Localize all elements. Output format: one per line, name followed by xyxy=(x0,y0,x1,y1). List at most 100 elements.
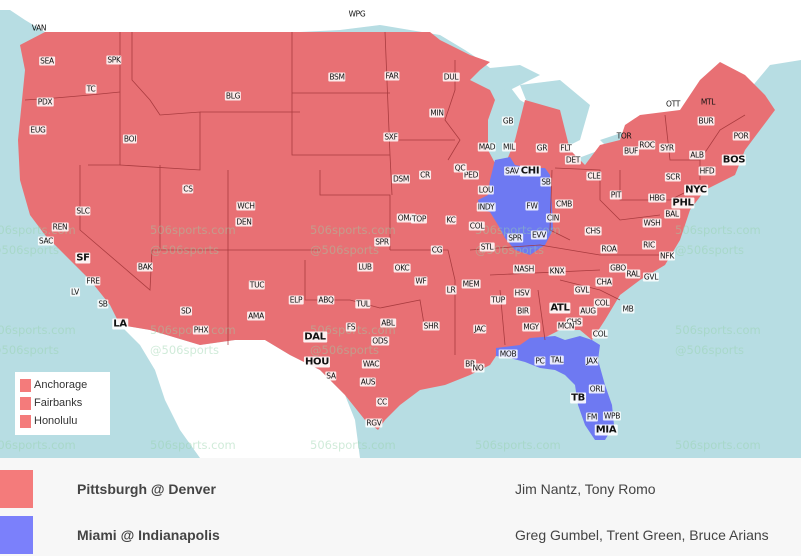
city-label-boi: BOI xyxy=(122,134,138,144)
city-label-tor: TOR xyxy=(616,131,632,141)
city-label-dul: DUL xyxy=(442,72,460,82)
game-matchup: Miami @ Indianapolis xyxy=(77,527,220,543)
city-label-eug: EUG xyxy=(29,125,47,135)
city-label-spr: SPR xyxy=(507,233,523,243)
city-label-knx: KNX xyxy=(548,266,566,276)
map-graphic xyxy=(0,0,801,458)
city-label-rgv: RGV xyxy=(365,418,383,428)
city-label-alb: ALB xyxy=(689,150,705,160)
city-label-fre: FRE xyxy=(85,276,101,286)
city-label-tb: TB xyxy=(570,392,586,404)
city-label-min: MIN xyxy=(429,108,445,118)
city-label-tul: TUL xyxy=(355,299,371,309)
city-label-wpg: WPG xyxy=(348,9,366,19)
game-row-pittsburgh-denver[interactable]: Pittsburgh @ Denver Jim Nantz, Tony Romo xyxy=(0,470,801,510)
city-label-tal: TAL xyxy=(549,355,565,365)
city-label-bir: BIR xyxy=(516,306,530,316)
city-label-phx: PHX xyxy=(192,325,210,335)
city-label-mcn: MCN xyxy=(556,321,576,331)
city-label-lub: LUB xyxy=(357,262,373,272)
city-label-orl: ORL xyxy=(588,384,606,394)
city-label-chi: CHI xyxy=(519,165,541,177)
game-announcers: Greg Gumbel, Trent Green, Bruce Arians xyxy=(515,527,769,543)
city-label-spr: SPR xyxy=(374,237,390,247)
city-label-bur: BUR xyxy=(697,116,715,126)
city-label-sac: SAC xyxy=(37,236,55,246)
city-label-no: NO xyxy=(471,363,485,373)
city-label-pit: PIT xyxy=(609,190,623,200)
city-label-nash: NASH xyxy=(513,264,535,274)
city-label-sea: SEA xyxy=(39,56,55,66)
city-label-sa: SA xyxy=(325,371,337,381)
city-label-jac: JAC xyxy=(473,324,487,334)
city-label-wf: WF xyxy=(414,276,428,286)
legend-label: Honolulu xyxy=(34,415,78,427)
city-label-stl: STL xyxy=(479,242,495,252)
city-label-dsm: DSM xyxy=(391,174,411,184)
city-label-ama: AMA xyxy=(247,311,265,321)
city-label-fm: FM xyxy=(585,412,599,422)
city-label-sxf: SXF xyxy=(383,132,399,142)
city-label-hbg: HBG xyxy=(648,193,666,203)
city-label-bos: BOS xyxy=(721,154,747,166)
city-label-lou: LOU xyxy=(477,185,495,195)
city-label-ric: RIC xyxy=(642,240,656,250)
city-label-mil: MIL xyxy=(502,142,516,152)
city-label-hsv: HSV xyxy=(513,288,531,298)
city-label-mad: MAD xyxy=(477,142,497,152)
city-label-indy: INDY xyxy=(476,202,496,212)
city-label-por: POR xyxy=(732,131,750,141)
city-label-wac: WAC xyxy=(361,359,381,369)
city-label-pdx: PDX xyxy=(36,97,54,107)
city-label-okc: OKC xyxy=(393,263,411,273)
city-label-nfk: NFK xyxy=(659,251,675,261)
city-label-wch: WCH xyxy=(236,201,256,211)
city-label-fw: FW xyxy=(525,201,539,211)
city-label-buf: BUF xyxy=(622,146,640,156)
city-label-fs: FS xyxy=(345,322,357,332)
city-label-den: DEN xyxy=(235,217,253,227)
city-label-aug: AUG xyxy=(579,306,597,316)
city-label-ren: REN xyxy=(51,222,69,232)
city-label-qc: QC xyxy=(453,163,467,173)
broadcast-coverage-map[interactable]: 506sports.com@506sports506sports.com@506… xyxy=(0,0,801,458)
city-label-van: VAN xyxy=(31,23,47,33)
game-row-miami-indianapolis[interactable]: Miami @ Indianapolis Greg Gumbel, Trent … xyxy=(0,516,801,556)
city-label-col: COL xyxy=(468,221,486,231)
city-label-cs: CS xyxy=(182,184,194,194)
city-label-gb: GB xyxy=(501,116,515,126)
city-label-cin: CIN xyxy=(545,213,561,223)
city-label-hfd: HFD xyxy=(698,166,716,176)
city-label-slc: SLC xyxy=(75,206,91,216)
legend-swatch xyxy=(20,396,31,410)
city-label-cg: CG xyxy=(430,245,444,255)
city-label-top: TOP xyxy=(410,214,428,224)
legend-item-fairbanks: Fairbanks xyxy=(15,394,110,412)
city-label-abq: ABQ xyxy=(317,295,335,305)
city-label-syr: SYR xyxy=(659,143,675,153)
city-label-sf: SF xyxy=(75,252,91,264)
city-label-col: COL xyxy=(591,329,609,339)
city-label-lv: LV xyxy=(70,287,80,297)
legend-swatch xyxy=(20,378,31,392)
city-label-wpb: WPB xyxy=(602,411,622,421)
city-label-tc: TC xyxy=(85,84,97,94)
city-label-mb: MB xyxy=(621,304,635,314)
city-label-gbo: GBO xyxy=(609,263,627,273)
city-label-sd: SD xyxy=(180,306,192,316)
city-label-evv: EVV xyxy=(530,230,548,240)
city-label-nyc: NYC xyxy=(684,184,708,196)
city-label-aus: AUS xyxy=(359,377,377,387)
city-label-cle: CLE xyxy=(586,171,602,181)
game-color-swatch xyxy=(0,470,33,508)
city-label-gvl: GVL xyxy=(642,272,660,282)
city-label-roc: ROC xyxy=(638,140,656,150)
city-label-shr: SHR xyxy=(422,321,440,331)
city-label-bsm: BSM xyxy=(328,72,346,82)
legend-label: Anchorage xyxy=(34,379,88,391)
city-label-abl: ABL xyxy=(380,318,396,328)
city-label-jax: JAX xyxy=(585,356,599,366)
city-label-ods: ODS xyxy=(371,336,389,346)
city-label-kc: KC xyxy=(445,215,457,225)
legend-label: Fairbanks xyxy=(34,397,83,409)
